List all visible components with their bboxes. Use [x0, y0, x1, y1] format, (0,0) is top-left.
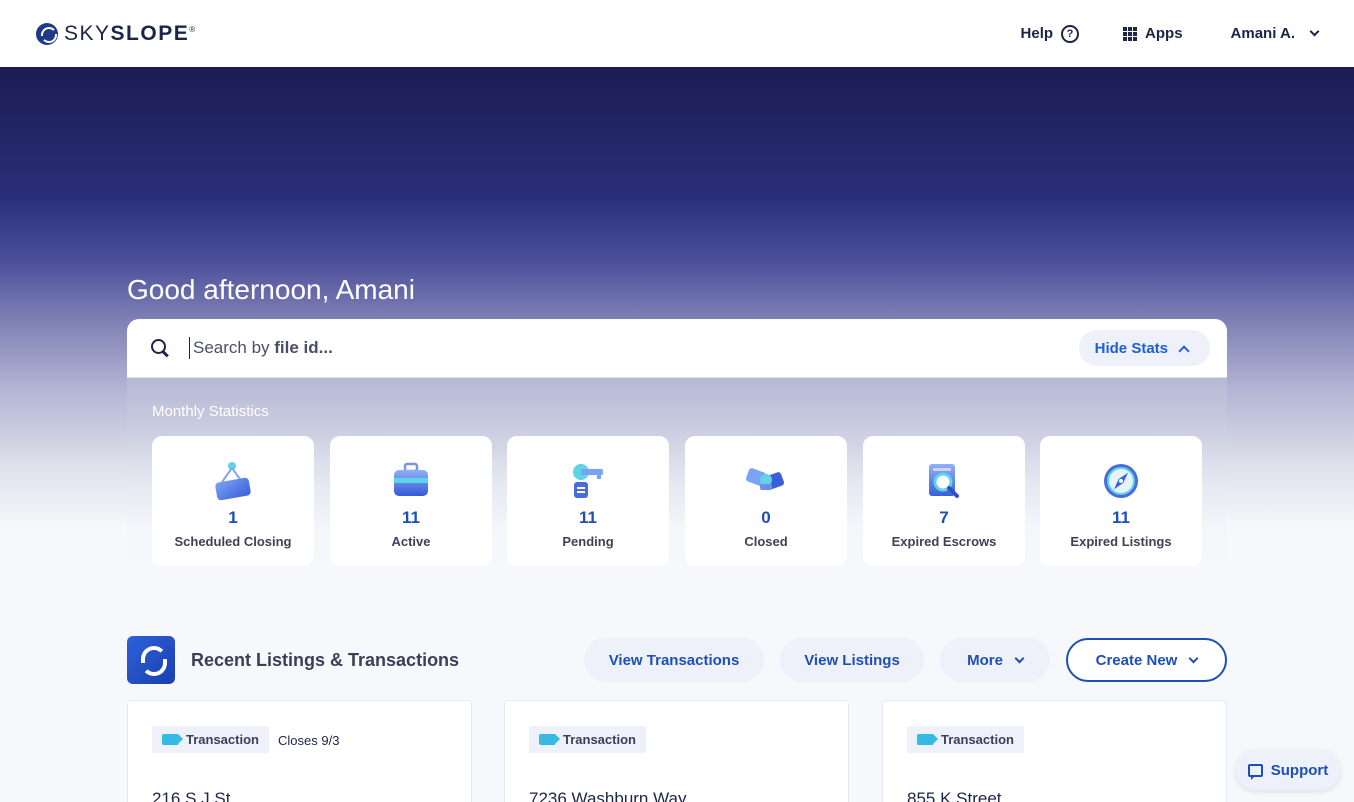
support-button[interactable]: Support	[1236, 750, 1340, 790]
help-question-icon: ?	[1061, 24, 1080, 43]
chevron-down-icon	[1309, 26, 1320, 37]
create-new-label: Create New	[1095, 651, 1178, 669]
stat-value: 11	[402, 508, 420, 527]
stat-card-expired-listings[interactable]: 11 Expired Listings	[1040, 436, 1202, 566]
tag-icon	[917, 734, 938, 745]
recent-section-title: Recent Listings & Transactions	[191, 650, 460, 670]
help-button[interactable]: Help ?	[1020, 24, 1080, 43]
greeting-heading: Good afternoon, Amani	[127, 274, 415, 305]
search-icon	[151, 339, 169, 357]
skyslope-logo-icon	[36, 22, 58, 45]
stat-label: Active	[391, 534, 431, 549]
chat-bubble-icon	[1247, 763, 1263, 780]
stat-value: 1	[228, 508, 238, 527]
apps-label: Apps	[1145, 25, 1183, 42]
hide-stats-label: Hide Stats	[1094, 339, 1168, 357]
stat-value: 7	[939, 508, 949, 527]
stat-card-closed[interactable]: 0 Closed	[685, 436, 847, 566]
chevron-down-icon	[1188, 653, 1199, 663]
chevron-down-icon	[1014, 653, 1025, 663]
skyslope-app-icon	[127, 636, 175, 684]
view-transactions-label: View Transactions	[608, 651, 740, 669]
stat-label: Closed	[744, 534, 788, 549]
chevron-up-icon	[1178, 344, 1190, 357]
active-briefcase-icon	[390, 460, 432, 502]
support-label: Support	[1270, 761, 1329, 779]
monthly-statistics-panel: Monthly Statistics 1 Scheduled Closing 1…	[127, 377, 1227, 577]
view-transactions-button[interactable]: View Transactions	[584, 638, 764, 682]
hide-stats-button[interactable]: Hide Stats	[1078, 330, 1210, 366]
stat-value: 0	[761, 508, 771, 527]
listing-card[interactable]: Transaction Closes 9/3 216 S J St	[127, 700, 472, 802]
more-button[interactable]: More	[940, 638, 1050, 682]
stats-title: Monthly Statistics	[152, 403, 269, 420]
tag-label: Transaction	[941, 732, 1014, 747]
stat-card-active[interactable]: 11 Active	[330, 436, 492, 566]
skyslope-s-icon	[139, 645, 167, 676]
stat-label: Expired Listings	[1070, 534, 1172, 549]
scheduled-closing-icon	[212, 460, 254, 502]
transaction-tag: Transaction	[907, 726, 1024, 753]
user-name: Amani A.	[1230, 25, 1295, 42]
expired-escrows-icon	[923, 460, 965, 502]
stat-label: Scheduled Closing	[174, 534, 292, 549]
search-bar: Search by file id... Hide Stats	[127, 319, 1227, 377]
closes-date: Closes 9/3	[278, 733, 340, 748]
listing-address: 855 K Street	[907, 789, 1002, 802]
stat-label: Expired Escrows	[891, 534, 997, 549]
skyslope-logo[interactable]: SKYSLOPE®	[36, 22, 197, 46]
transaction-tag: Transaction	[152, 726, 269, 753]
listing-address: 7236 Washburn Way	[529, 789, 687, 802]
more-label: More	[967, 651, 1003, 669]
expired-listings-compass-icon	[1100, 460, 1142, 502]
view-listings-button[interactable]: View Listings	[780, 638, 924, 682]
help-label: Help	[1020, 25, 1054, 42]
stat-value: 11	[579, 508, 597, 527]
tag-icon	[539, 734, 560, 745]
closed-handshake-icon	[745, 460, 787, 502]
stat-card-expired-escrows[interactable]: 7 Expired Escrows	[863, 436, 1025, 566]
top-nav: Help ? Apps Amani A.	[1020, 24, 1320, 43]
pending-key-icon	[567, 460, 609, 502]
search-placeholder: Search by file id...	[193, 338, 333, 357]
listing-card[interactable]: Transaction 7236 Washburn Way	[504, 700, 849, 802]
create-new-button[interactable]: Create New	[1066, 638, 1227, 682]
apps-grid-icon	[1123, 26, 1138, 41]
tag-label: Transaction	[563, 732, 636, 747]
user-menu-button[interactable]: Amani A.	[1230, 25, 1320, 42]
stat-card-pending[interactable]: 11 Pending	[507, 436, 669, 566]
top-bar: SKYSLOPE® Help ? Apps Amani A.	[0, 0, 1354, 67]
listing-card[interactable]: Transaction 855 K Street	[882, 700, 1227, 802]
stat-label: Pending	[562, 534, 614, 549]
stat-value: 11	[1112, 508, 1130, 527]
tag-icon	[162, 734, 183, 745]
listing-address: 216 S J St	[152, 789, 231, 802]
logo-wordmark: SKYSLOPE®	[64, 21, 197, 45]
apps-button[interactable]: Apps	[1123, 25, 1183, 42]
view-listings-label: View Listings	[804, 651, 900, 669]
stat-card-scheduled-closing[interactable]: 1 Scheduled Closing	[152, 436, 314, 566]
transaction-tag: Transaction	[529, 726, 646, 753]
tag-label: Transaction	[186, 732, 259, 747]
search-input[interactable]: Search by file id...	[189, 337, 1079, 359]
